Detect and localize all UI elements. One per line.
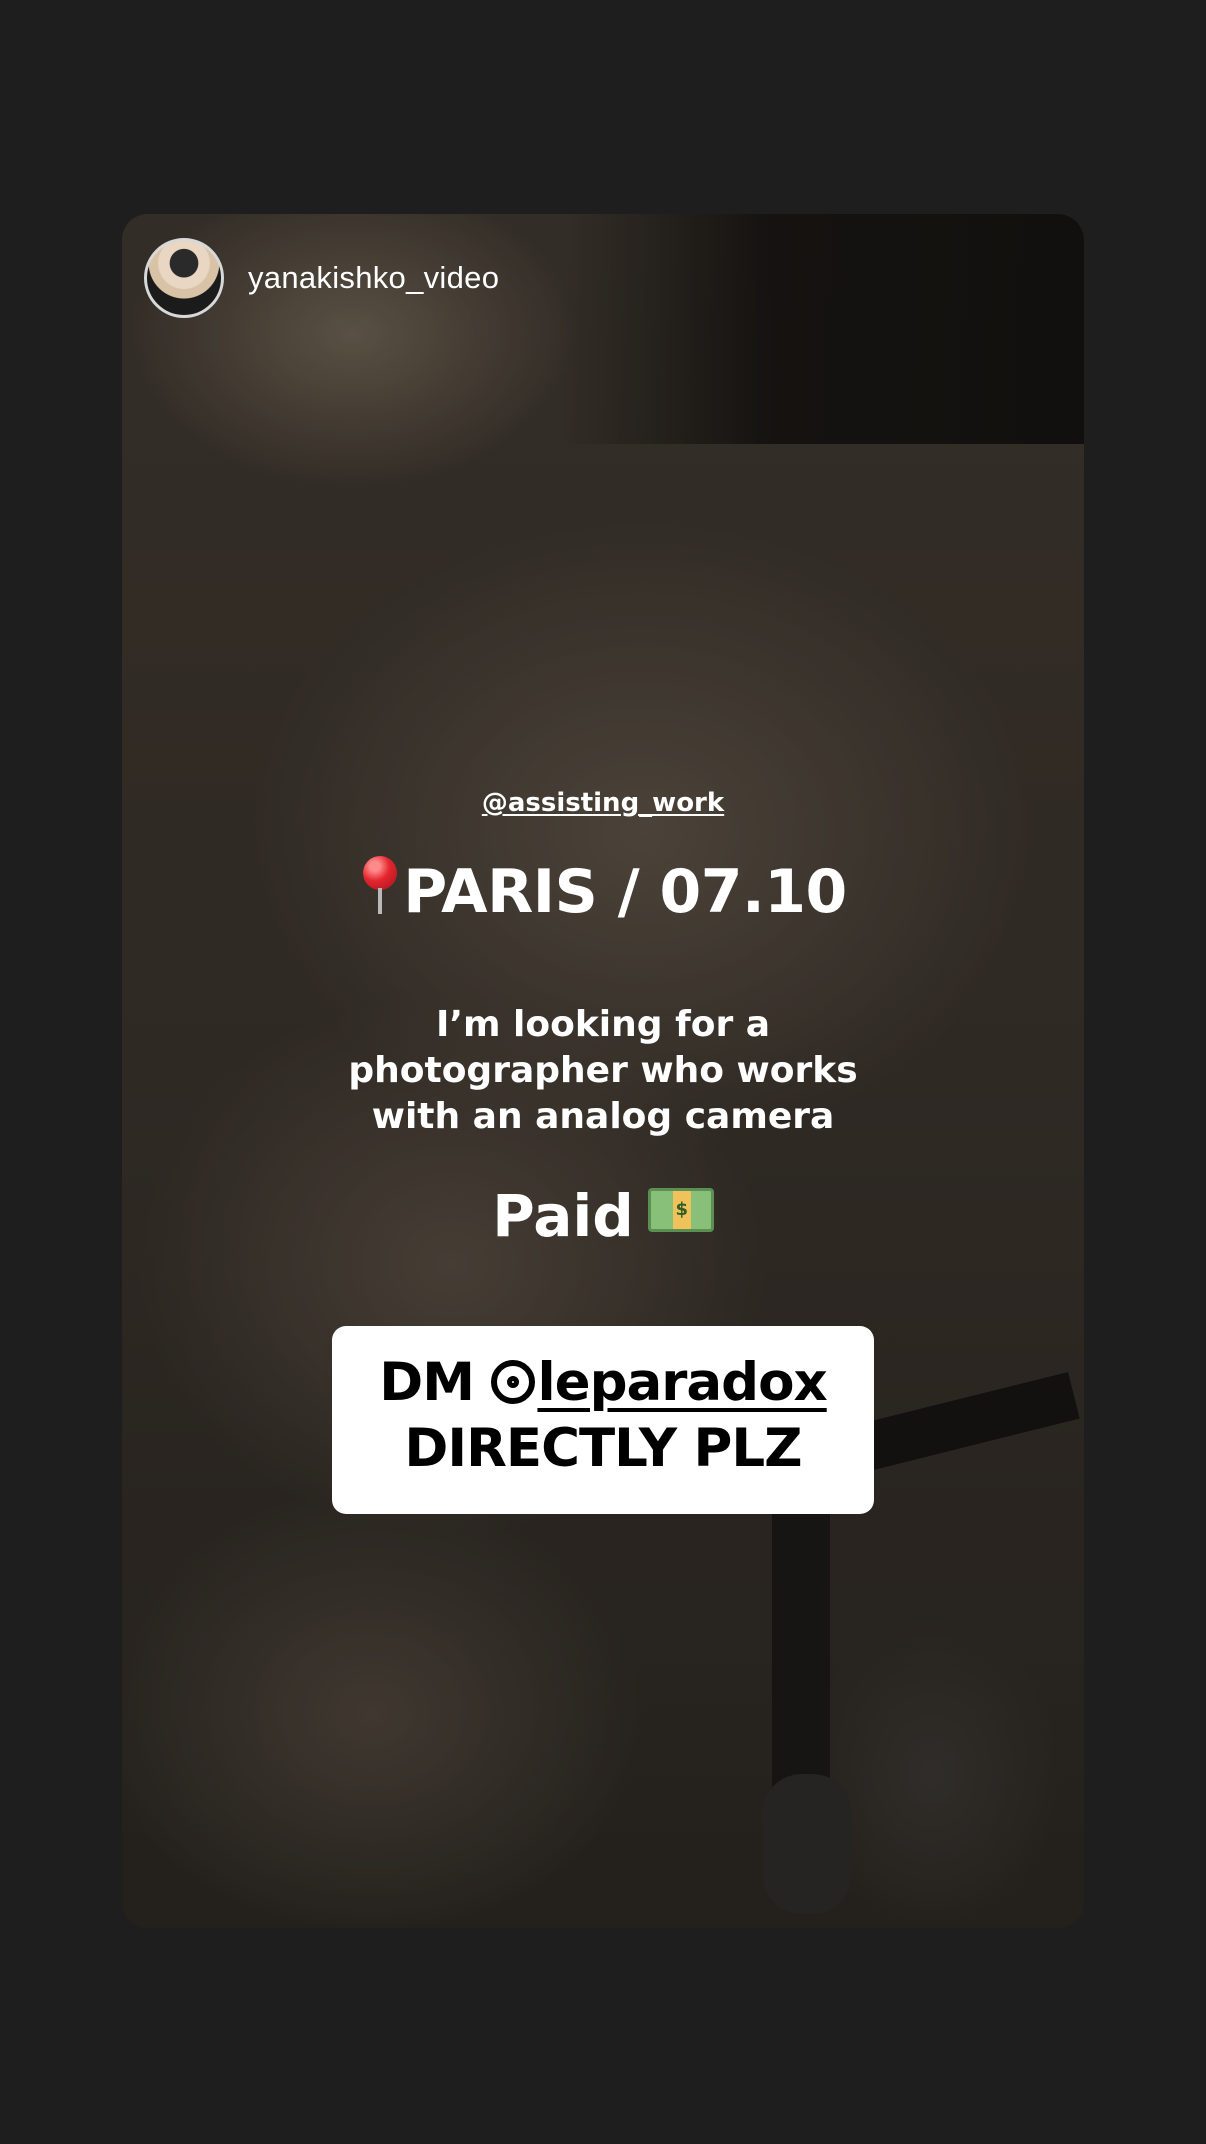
mention-text[interactable]: @assisting_work: [482, 788, 724, 818]
dm-handle-link[interactable]: leparadox: [491, 1352, 828, 1413]
body-line: I’m looking for a: [435, 1004, 771, 1045]
dm-line-1: DM leparadox: [332, 1350, 874, 1416]
story-card[interactable]: yanakishko_video @assisting_work PARIS /…: [122, 214, 1084, 1928]
paid-text: Paid: [492, 1182, 634, 1250]
dm-sticker: DM leparadox DIRECTLY PLZ: [332, 1326, 874, 1514]
body-line: photographer who works: [348, 1050, 858, 1091]
paid-line: Paid $: [122, 1182, 1084, 1250]
headline-text: PARIS / 07.10: [403, 857, 847, 927]
body-line: with an analog camera: [371, 1096, 835, 1137]
round-pushpin-icon: [359, 854, 399, 916]
threads-icon: [491, 1360, 536, 1404]
dm-prefix: DM: [379, 1352, 492, 1413]
username[interactable]: yanakishko_video: [248, 260, 499, 296]
mention-sticker[interactable]: @assisting_work: [122, 788, 1084, 818]
story-header: yanakishko_video: [144, 238, 499, 318]
headline: PARIS / 07.10: [122, 854, 1084, 927]
dm-handle-text[interactable]: leparadox: [537, 1352, 827, 1413]
dm-line-2: DIRECTLY PLZ: [404, 1418, 802, 1479]
dollar-banknote-icon: $: [647, 1188, 714, 1232]
avatar[interactable]: [144, 238, 224, 318]
story-body-text: I’m looking for a photographer who works…: [122, 1002, 1084, 1140]
